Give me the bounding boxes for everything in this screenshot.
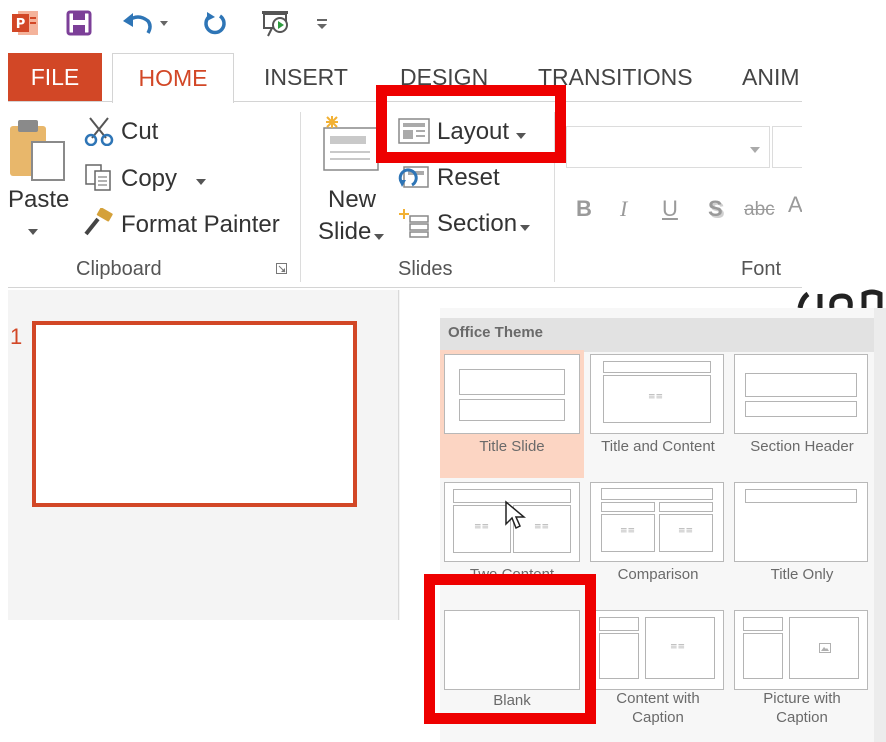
layout-label: Title and Content <box>601 438 715 455</box>
svg-text:P: P <box>16 17 26 32</box>
layout-item-content-with-caption[interactable]: ≡≡ Content with Caption <box>586 606 730 742</box>
paste-button[interactable]: Paste <box>8 186 69 214</box>
layout-label: Title Slide <box>479 438 545 455</box>
slides-group-label: Slides <box>398 258 453 280</box>
slide-thumbnail[interactable] <box>32 321 357 507</box>
format-painter-button[interactable]: Format Painter <box>121 211 280 239</box>
powerpoint-logo-icon[interactable]: P <box>8 6 42 40</box>
title-placeholder <box>603 361 711 373</box>
section-icon[interactable] <box>398 208 430 243</box>
copy-icon[interactable] <box>84 163 114 198</box>
ribbon-bottom-border <box>8 287 802 288</box>
subtitle-placeholder <box>459 399 565 421</box>
title-placeholder <box>745 489 857 503</box>
font-name-dropdown-icon[interactable] <box>750 142 760 160</box>
title-placeholder <box>743 617 783 631</box>
layout-thumb <box>734 610 868 690</box>
new-slide-chevron-icon[interactable] <box>374 229 384 247</box>
content-placeholder-left: ≡≡ <box>601 514 655 552</box>
font-group-label: Font <box>741 258 782 280</box>
mouse-cursor-icon <box>504 500 527 535</box>
title-placeholder <box>459 369 565 395</box>
layout-thumb: ≡≡ ≡≡ <box>590 482 724 562</box>
layout-item-title-only[interactable]: Title Only <box>730 478 874 606</box>
title-placeholder <box>599 617 639 631</box>
layout-item-section-header[interactable]: Section Header <box>730 350 874 478</box>
picture-placeholder <box>789 617 859 679</box>
new-slide-icon[interactable] <box>318 114 380 181</box>
char-spacing-icon[interactable]: A <box>788 192 802 226</box>
paste-dropdown-icon[interactable] <box>28 224 38 242</box>
layout-thumb: ≡≡ <box>590 354 724 434</box>
gallery-header: Office Theme <box>448 324 544 341</box>
tab-animations[interactable]: ANIM <box>742 53 800 101</box>
gallery-scrollbar[interactable] <box>874 308 886 742</box>
layout-label-line2: Caption <box>776 709 828 726</box>
undo-icon[interactable] <box>118 6 174 40</box>
layout-thumb <box>734 354 868 434</box>
title-placeholder <box>745 373 857 397</box>
font-name-select[interactable] <box>566 126 770 168</box>
strikethrough-button[interactable]: abc <box>744 199 775 221</box>
tab-insert[interactable]: INSERT <box>264 53 348 101</box>
reset-button[interactable]: Reset <box>437 164 500 192</box>
layout-highlight-box <box>376 85 566 163</box>
font-size-select[interactable] <box>772 126 802 168</box>
customize-icon[interactable] <box>312 6 332 40</box>
redo-icon[interactable] <box>198 6 232 40</box>
group-separator <box>300 112 301 282</box>
layout-label: Title Only <box>770 566 834 583</box>
bold-button[interactable]: B <box>576 196 592 222</box>
paste-icon[interactable] <box>8 116 65 182</box>
layout-label: Section Header <box>750 438 854 455</box>
slideshow-icon[interactable] <box>256 6 296 40</box>
layout-label: Comparison <box>617 566 699 583</box>
format-painter-icon[interactable] <box>82 207 116 243</box>
slide-title-fragment <box>780 272 886 312</box>
new-slide-dropdown[interactable]: Slide <box>318 218 371 246</box>
layout-item-picture-with-caption[interactable]: Picture with Caption <box>730 606 874 742</box>
content-placeholder-right: ≡≡ <box>659 514 713 552</box>
layout-item-comparison[interactable]: ≡≡ ≡≡ Comparison <box>586 478 730 606</box>
layout-label-line1: Content with <box>616 690 700 707</box>
layout-thumb: ≡≡ <box>590 610 724 690</box>
tab-file[interactable]: FILE <box>8 53 102 101</box>
section-button[interactable]: Section <box>437 210 517 238</box>
layout-label-line2: Caption <box>632 709 684 726</box>
layout-thumb <box>734 482 868 562</box>
tab-home[interactable]: HOME <box>112 53 234 103</box>
new-slide-button[interactable]: New <box>328 186 376 214</box>
slide-number: 1 <box>10 324 23 349</box>
heading-placeholder-right <box>659 502 713 512</box>
cut-icon[interactable] <box>84 116 114 151</box>
text-placeholder <box>743 633 783 679</box>
panel-divider <box>398 290 399 620</box>
title-placeholder <box>601 488 713 500</box>
copy-dropdown-icon[interactable] <box>196 174 206 192</box>
copy-button[interactable]: Copy <box>121 165 177 193</box>
section-dropdown-icon[interactable] <box>520 220 530 238</box>
text-shadow-button[interactable]: S <box>708 196 723 222</box>
text-placeholder <box>599 633 639 679</box>
save-icon[interactable] <box>62 6 96 40</box>
italic-button[interactable]: I <box>620 196 627 222</box>
layout-thumb <box>444 354 580 434</box>
clipboard-launcher-icon[interactable] <box>276 262 288 280</box>
clipboard-group-label: Clipboard <box>76 258 162 280</box>
blank-highlight-box <box>424 574 596 724</box>
home-tab-joint <box>113 100 233 103</box>
content-placeholder-left: ≡≡ <box>453 505 511 553</box>
picture-icon <box>819 643 831 653</box>
layout-label-line1: Picture with <box>763 690 841 707</box>
content-placeholder: ≡≡ <box>645 617 715 679</box>
layout-item-title-slide[interactable]: Title Slide <box>440 350 584 478</box>
content-placeholder: ≡≡ <box>603 375 711 423</box>
cut-button[interactable]: Cut <box>121 118 158 146</box>
reset-icon[interactable] <box>398 163 430 196</box>
heading-placeholder-left <box>601 502 655 512</box>
text-placeholder <box>745 401 857 417</box>
layout-item-title-and-content[interactable]: ≡≡ Title and Content <box>586 350 730 478</box>
underline-button[interactable]: U <box>662 196 678 222</box>
